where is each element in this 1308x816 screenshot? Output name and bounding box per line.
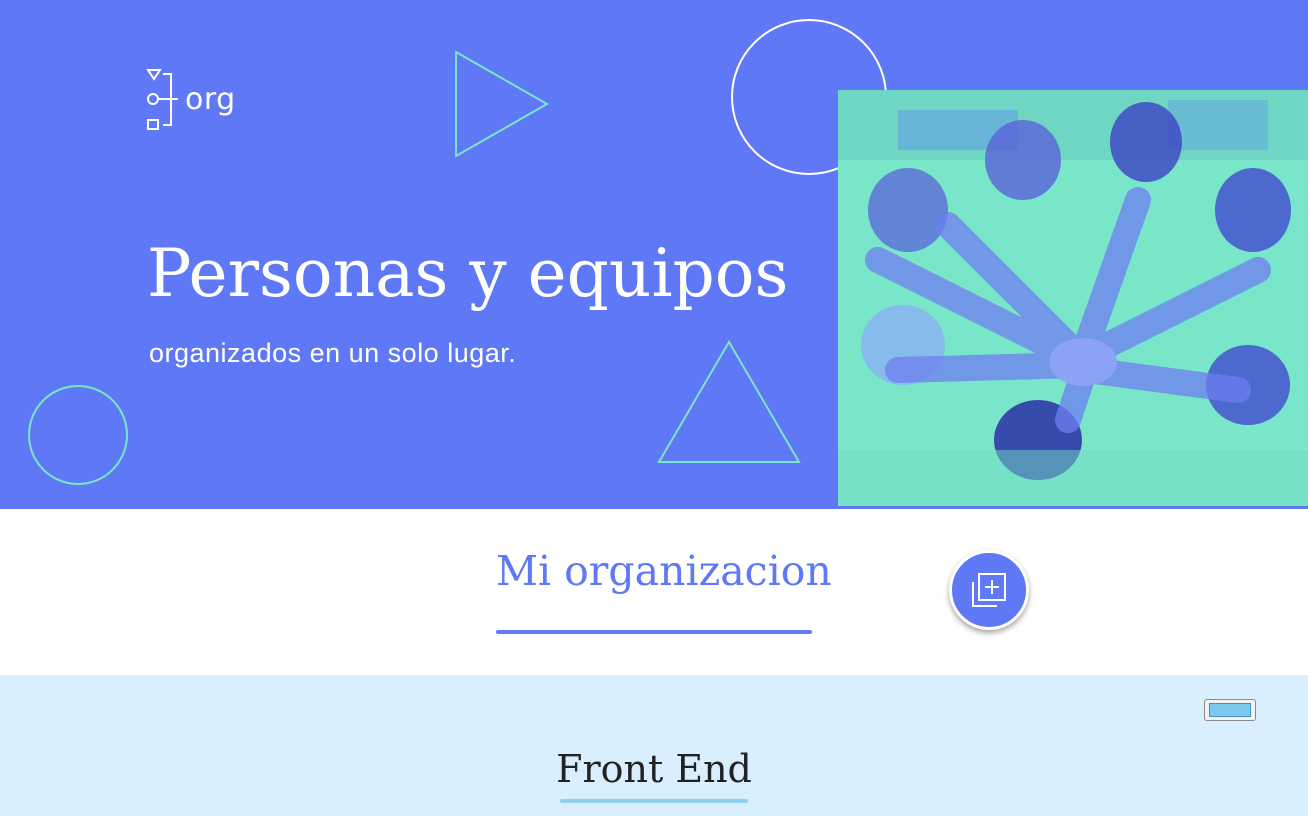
add-button[interactable] <box>949 550 1029 630</box>
organization-title-underline <box>496 630 812 634</box>
organization-title: Mi organizacion <box>496 547 832 595</box>
team-title: Front End <box>556 747 752 791</box>
logo[interactable]: org <box>145 66 236 132</box>
hero-banner: org Personas y equipos organizados en un… <box>0 0 1308 509</box>
hero-subtitle: organizados en un solo lugar. <box>149 338 517 368</box>
logo-text: org <box>185 81 236 117</box>
toggle-icon[interactable] <box>1204 699 1256 721</box>
org-chart-icon <box>146 69 178 130</box>
team-card: Front End <box>0 675 1308 816</box>
toggle-fill <box>1209 703 1251 717</box>
outline-circle-small-icon <box>28 385 128 485</box>
outline-triangle-up-icon <box>657 340 801 463</box>
team-title-underline <box>560 799 748 803</box>
team-hands-together-photo <box>838 90 1308 506</box>
outline-triangle-right-icon <box>455 50 550 158</box>
add-copy-icon <box>972 573 1006 607</box>
organization-section: Mi organizacion <box>0 509 1308 675</box>
hero-title: Personas y equipos <box>147 235 789 312</box>
